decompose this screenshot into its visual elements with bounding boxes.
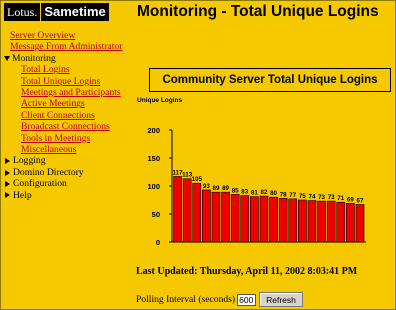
sidebar-link-tools-in-meetings[interactable]: Tools in Meetings: [4, 133, 129, 144]
bar: [173, 176, 182, 243]
bar-value-label: 93: [203, 183, 210, 190]
sidebar-link-message-admin[interactable]: Message From Administrator: [4, 41, 129, 52]
collapsed-triangle-icon[interactable]: [5, 180, 10, 187]
sidebar-link-meetings-participants[interactable]: Meetings and Participants: [4, 87, 129, 98]
page-title: Monitoring - Total Unique Logins: [137, 3, 379, 20]
bar-value-label: 71: [337, 195, 344, 202]
chart-title-box: Community Server Total Unique Logins: [149, 68, 391, 92]
sidebar-section-logging[interactable]: Logging: [4, 155, 129, 166]
bar: [182, 178, 192, 243]
chart-y-axis-label: Unique Logins: [137, 97, 183, 104]
bar-value-label: 82: [261, 189, 268, 196]
sidebar-link-active-meetings[interactable]: Active Meetings: [4, 98, 129, 109]
bar-value-label: 81: [251, 190, 258, 197]
bar-value-label: 73: [328, 194, 335, 201]
collapsed-triangle-icon[interactable]: [5, 192, 10, 199]
sidebar-section-label: Help: [13, 189, 32, 201]
bar: [288, 198, 298, 243]
sidebar-link-server-overview[interactable]: Server Overview: [4, 30, 129, 41]
bar: [317, 200, 326, 243]
logo-sametime: Sametime: [41, 3, 109, 21]
sidebar-link-broadcast-connections[interactable]: Broadcast Connections: [4, 121, 129, 132]
last-updated-text: Last Updated: Thursday, April 11, 2002 8…: [136, 266, 358, 277]
unique-logins-bar-chart: 050100150200117 11310593 89 89 85 83 81 82 80 78 7…: [147, 126, 366, 247]
sidebar-section-monitoring[interactable]: Monitoring: [4, 53, 129, 64]
sidebar-section-label: Domino Directory: [13, 166, 84, 178]
y-tick-label: 100: [147, 182, 160, 191]
y-tick-label: 150: [147, 154, 160, 163]
sidebar-section-configuration[interactable]: Configuration: [4, 178, 129, 189]
bar: [230, 194, 240, 243]
expanded-triangle-icon[interactable]: [4, 56, 10, 62]
sidebar-link-total-unique-logins[interactable]: Total Unique Logins: [4, 76, 129, 87]
sidebar-section-help[interactable]: Help: [4, 190, 129, 201]
bar-value-label: 78: [280, 191, 287, 198]
bar: [192, 182, 202, 243]
bar: [250, 196, 259, 243]
bar-value-label: 80: [270, 190, 277, 197]
sidebar-section-label: Configuration: [13, 178, 67, 190]
bar-value-label: 89: [222, 185, 229, 192]
y-tick-label: 0: [156, 238, 160, 247]
sidebar: Server Overview Message From Administrat…: [4, 30, 129, 201]
bar: [355, 204, 365, 243]
lotus-sametime-logo: Lotus. Sametime: [4, 3, 109, 21]
bar: [211, 191, 221, 243]
bar-value-label: 77: [289, 192, 296, 199]
bar: [269, 196, 278, 243]
polling-interval-label: Polling Interval (seconds): [136, 294, 236, 305]
bar: [307, 200, 317, 243]
logo-lotus: Lotus.: [4, 3, 41, 21]
polling-interval-row: Polling Interval (seconds) Refresh: [136, 292, 303, 307]
bar: [259, 195, 269, 243]
bar: [202, 189, 211, 243]
bar-value-label: 85: [232, 187, 239, 194]
bar: [240, 195, 250, 243]
sidebar-section-label: Logging: [13, 155, 46, 167]
sidebar-section-domino-directory[interactable]: Domino Directory: [4, 167, 129, 178]
bar: [346, 203, 355, 243]
bar-value-label: 73: [318, 194, 325, 201]
polling-interval-input[interactable]: [237, 293, 257, 306]
collapsed-triangle-icon[interactable]: [5, 158, 10, 165]
sidebar-link-total-logins[interactable]: Total Logins: [4, 64, 129, 75]
bar: [278, 198, 288, 243]
y-tick-label: 200: [147, 126, 160, 135]
chart-title: Community Server Total Unique Logins: [162, 74, 378, 86]
bar-value-label: 69: [347, 196, 354, 203]
bar-value-label: 89: [213, 185, 220, 192]
sidebar-section-label: Monitoring: [12, 52, 56, 64]
bar-value-label: 105: [192, 176, 203, 183]
bar-value-label: 74: [309, 194, 316, 201]
bar: [298, 199, 307, 243]
bar-value-label: 67: [357, 197, 364, 204]
y-tick-label: 50: [152, 210, 160, 219]
sidebar-link-miscellaneous[interactable]: Miscellaneous: [4, 144, 129, 155]
collapsed-triangle-icon[interactable]: [5, 169, 10, 176]
bar: [336, 201, 346, 243]
bar-value-label: 83: [241, 189, 248, 196]
bar: [326, 200, 336, 243]
bar: [221, 191, 230, 243]
refresh-button[interactable]: Refresh: [259, 292, 303, 307]
bar-value-label: 75: [299, 193, 306, 200]
sidebar-link-client-connections[interactable]: Client Connections: [4, 110, 129, 121]
